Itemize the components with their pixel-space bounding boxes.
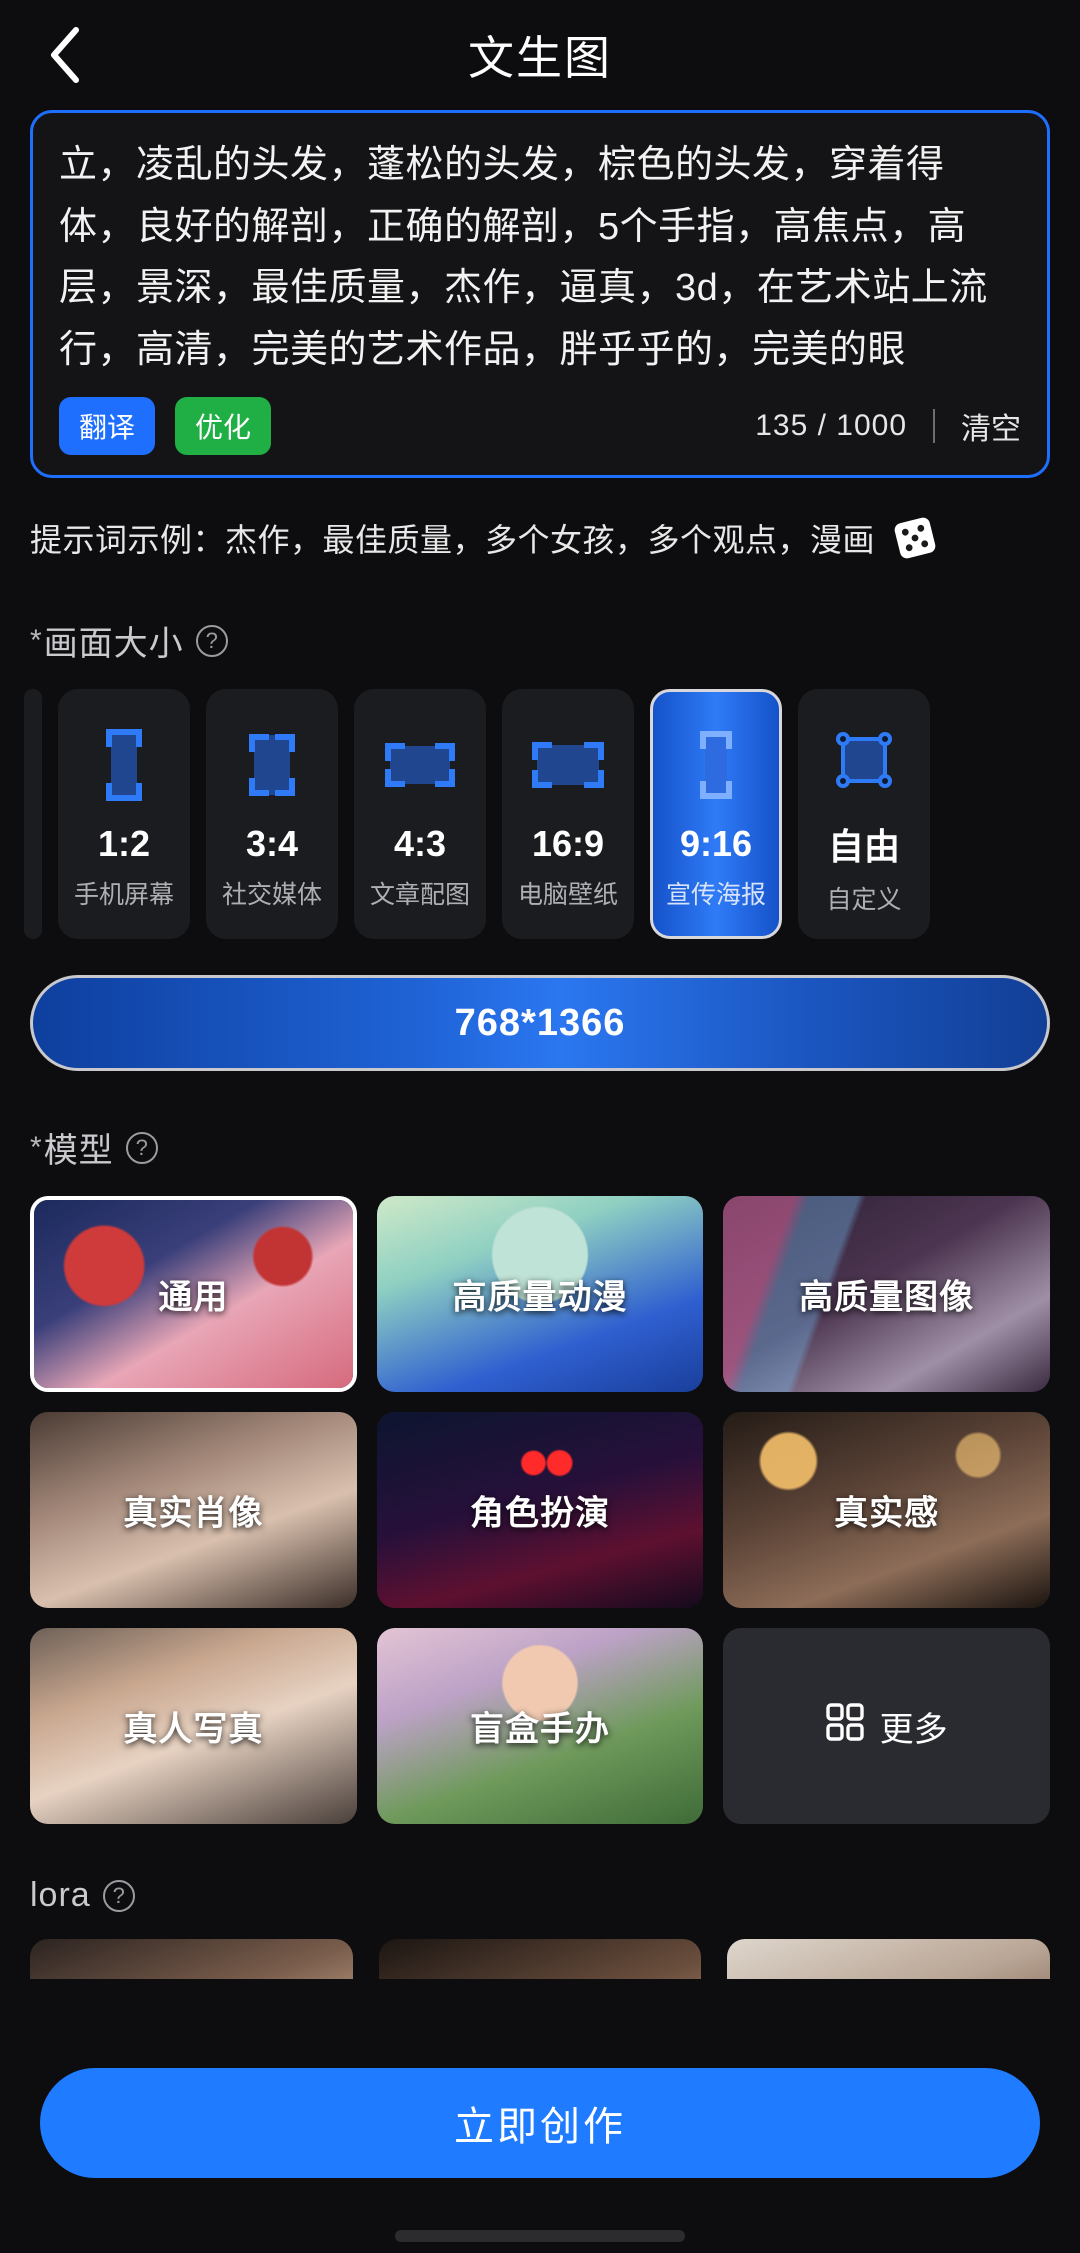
prompt-text[interactable]: 立，凌乱的头发，蓬松的头发，棕色的头发，穿着得体，良好的解剖，正确的解剖，5个手… [59, 135, 1021, 381]
lora-list[interactable] [0, 1939, 1080, 1980]
back-button[interactable] [34, 24, 96, 86]
model-card[interactable]: 高质量图像 [723, 1196, 1050, 1393]
aspect-ratio-desc: 社交媒体 [221, 881, 322, 910]
aspect-ratio-option[interactable]: 自由 自定义 [798, 689, 930, 940]
aspect-ratio-value: 1:2 [97, 823, 151, 865]
frame-portrait-tall-icon [92, 717, 156, 813]
frame-handles-icon [824, 712, 904, 808]
aspect-ratio-option[interactable]: 16:9 电脑壁纸 [502, 689, 634, 940]
aspect-ratio-value: 3:4 [245, 823, 299, 865]
aspect-ratio-option[interactable]: 4:3 文章配图 [354, 689, 486, 940]
model-label: 高质量图像 [799, 1278, 975, 1317]
frame-portrait-tall-icon [685, 717, 747, 813]
screen-root: 文生图 立，凌乱的头发，蓬松的头发，棕色的头发，穿着得体，良好的解剖，正确的解剖… [0, 0, 1080, 2253]
aspect-ratio-desc: 手机屏幕 [73, 881, 174, 910]
lora-section-header: lora ? [0, 1876, 1080, 1915]
home-indicator [395, 2230, 685, 2242]
chevron-left-icon [44, 24, 86, 86]
aspect-ratio-value: 4:3 [393, 823, 447, 865]
model-more-button[interactable]: 更多 [723, 1628, 1050, 1825]
aspect-ratio-list[interactable]: 1:2 手机屏幕 3:4 社交媒体 4:3 文章配图 16:9 电脑壁纸 9:1… [0, 689, 1080, 940]
model-more-label: 更多 [879, 1710, 948, 1749]
required-mark: * [30, 1130, 42, 1164]
app-header: 文生图 [0, 0, 1080, 110]
lora-card[interactable] [30, 1939, 353, 1980]
page-title: 文生图 [468, 32, 612, 84]
aspect-ratio-desc: 自定义 [826, 886, 902, 915]
size-section-header: * 画面大小 ? [0, 616, 1080, 665]
question-mark-icon[interactable]: ? [125, 1131, 158, 1164]
model-grid: 通用 高质量动漫 高质量图像 真实肖像 角色扮演 真实感 真人写真 盲盒手办 更… [0, 1196, 1080, 1825]
resolution-row: 768*1366 [0, 939, 1080, 1072]
clear-button[interactable]: 清空 [961, 404, 1021, 448]
model-label: 高质量动漫 [452, 1278, 628, 1317]
model-label: 角色扮演 [469, 1494, 610, 1533]
model-section-label: 模型 [43, 1132, 114, 1171]
frame-landscape-icon [377, 717, 463, 813]
frame-portrait-icon [237, 717, 307, 813]
aspect-ratio-value: 自由 [827, 826, 900, 868]
aspect-ratio-peek[interactable] [24, 689, 42, 940]
prompt-example-row: 提示词示例：杰作，最佳质量，多个女孩，多个观点，漫画 [0, 478, 1080, 564]
meta-divider [933, 409, 935, 444]
aspect-ratio-option-selected[interactable]: 9:16 宣传海报 [650, 689, 782, 940]
model-card[interactable]: 盲盒手办 [376, 1628, 704, 1825]
frame-wide-icon [523, 717, 613, 813]
model-card-selected[interactable]: 通用 [30, 1196, 357, 1393]
create-button[interactable]: 立即创作 [40, 2068, 1040, 2178]
aspect-ratio-desc: 宣传海报 [665, 881, 766, 910]
aspect-ratio-desc: 电脑壁纸 [517, 881, 618, 910]
resolution-button[interactable]: 768*1366 [30, 975, 1050, 1072]
model-label: 真实肖像 [123, 1494, 264, 1533]
question-mark-icon[interactable]: ? [102, 1879, 135, 1912]
aspect-ratio-option[interactable]: 3:4 社交媒体 [206, 689, 338, 940]
model-label: 真实感 [834, 1494, 940, 1533]
model-card[interactable]: 真人写真 [30, 1628, 357, 1825]
prompt-section: 立，凌乱的头发，蓬松的头发，棕色的头发，穿着得体，良好的解剖，正确的解剖，5个手… [0, 110, 1080, 479]
prompt-meta: 135 / 1000 清空 [755, 404, 1021, 448]
aspect-ratio-value: 9:16 [679, 823, 753, 865]
aspect-ratio-option[interactable]: 1:2 手机屏幕 [58, 689, 190, 940]
prompt-example-text: 提示词示例：杰作，最佳质量，多个女孩，多个观点，漫画 [30, 522, 876, 559]
lora-card[interactable] [378, 1939, 702, 1980]
aspect-ratio-desc: 文章配图 [369, 881, 470, 910]
grid-icon [825, 1702, 864, 1750]
lora-section-label: lora [30, 1876, 91, 1915]
model-card[interactable]: 角色扮演 [376, 1412, 704, 1609]
prompt-toolbar: 翻译 优化 135 / 1000 清空 [59, 397, 1021, 456]
required-mark: * [30, 623, 42, 657]
model-section-header: * 模型 ? [0, 1123, 1080, 1172]
dice-icon[interactable] [889, 512, 941, 564]
prompt-input-box[interactable]: 立，凌乱的头发，蓬松的头发，棕色的头发，穿着得体，良好的解剖，正确的解剖，5个手… [30, 110, 1050, 479]
optimize-button[interactable]: 优化 [175, 397, 272, 456]
model-card[interactable]: 真实感 [723, 1412, 1050, 1609]
model-label: 通用 [158, 1278, 229, 1317]
model-label: 盲盒手办 [469, 1710, 610, 1749]
translate-button[interactable]: 翻译 [59, 397, 156, 456]
aspect-ratio-value: 16:9 [531, 823, 605, 865]
character-counter: 135 / 1000 [755, 409, 907, 443]
model-card[interactable]: 高质量动漫 [376, 1196, 704, 1393]
model-label: 真人写真 [123, 1710, 264, 1749]
size-section-label: 画面大小 [43, 625, 184, 664]
question-mark-icon[interactable]: ? [195, 624, 228, 657]
bottom-action-bar: 立即创作 [0, 2038, 1080, 2253]
lora-card[interactable] [727, 1939, 1050, 1980]
model-card[interactable]: 真实肖像 [30, 1412, 357, 1609]
